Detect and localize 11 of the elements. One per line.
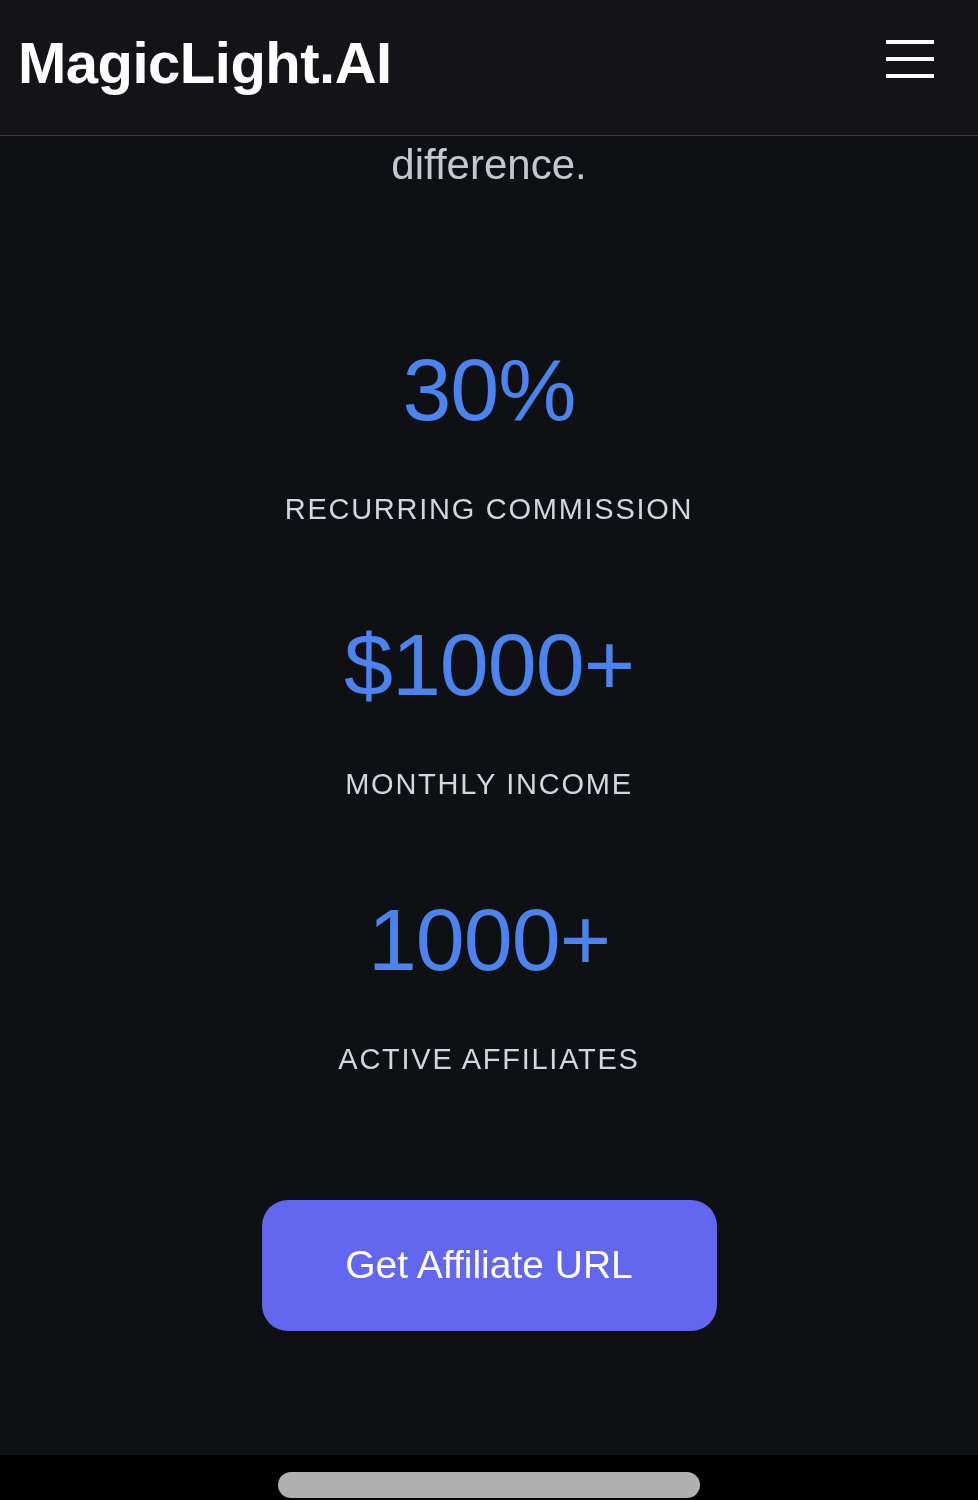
stat-label: RECURRING COMMISSION — [284, 492, 694, 527]
menu-icon[interactable] — [886, 39, 934, 78]
logo-text[interactable]: MagicLight.AI — [18, 33, 392, 102]
stat-value: $1000+ — [343, 621, 635, 709]
stat-value: 1000+ — [367, 896, 611, 984]
stat-value: 30% — [402, 346, 576, 434]
intro-text: difference. — [391, 141, 587, 189]
get-affiliate-url-button[interactable]: Get Affiliate URL — [261, 1200, 717, 1331]
stat-label: MONTHLY INCOME — [345, 767, 633, 802]
stat-label: ACTIVE AFFILIATES — [338, 1042, 640, 1077]
home-indicator[interactable] — [278, 1471, 700, 1498]
